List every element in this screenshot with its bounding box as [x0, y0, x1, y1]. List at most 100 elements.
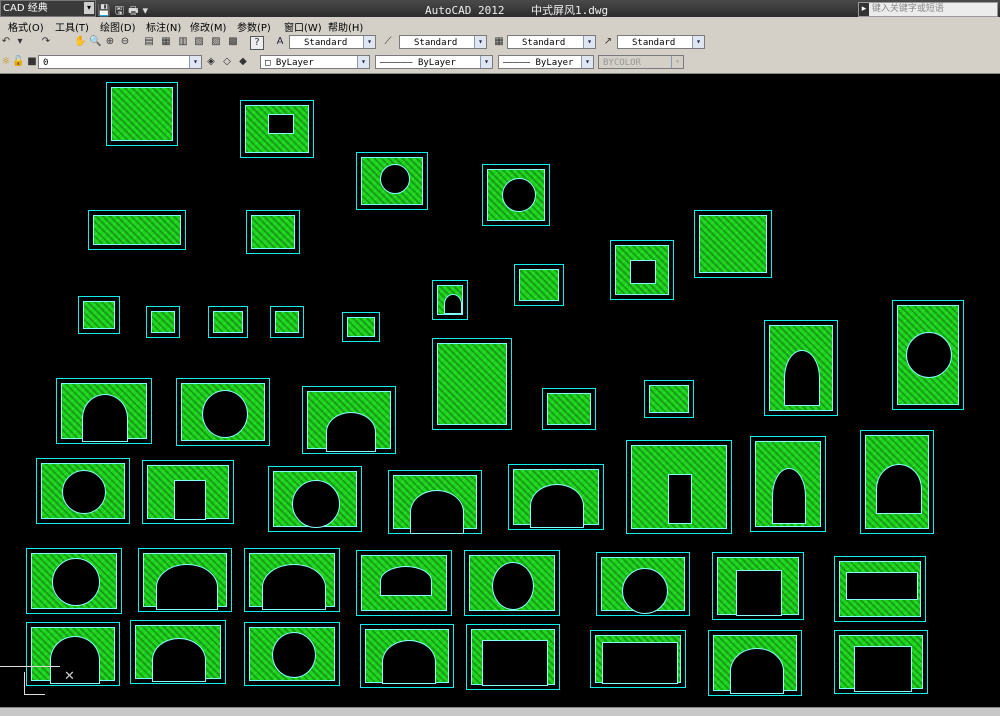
chevron-down-icon[interactable]: ▾ — [583, 36, 595, 48]
screen-drawing — [138, 548, 232, 612]
menu-draw[interactable]: 绘图(D) — [100, 19, 136, 34]
chevron-down-icon[interactable]: ▾ — [692, 36, 704, 48]
mleader-style-value: Standard — [632, 38, 676, 48]
layer-value: 0 — [43, 58, 49, 68]
color-value: □ ByLayer — [265, 58, 314, 68]
chevron-down-icon[interactable]: ▾ — [84, 2, 94, 14]
screen-drawing — [712, 552, 804, 620]
ucs-x-icon: ✕ — [64, 669, 75, 684]
dim-style-select[interactable]: Standard ▾ — [399, 35, 487, 49]
menu-parametric[interactable]: 参数(P) — [237, 19, 271, 34]
zoom-window-icon[interactable]: ⊕ — [104, 36, 116, 48]
screen-drawing — [56, 378, 152, 444]
dim-style-value: Standard — [414, 38, 458, 48]
chevron-down-icon[interactable]: ▾ — [189, 56, 201, 68]
menu-format[interactable]: 格式(O) — [8, 19, 44, 34]
screen-drawing — [834, 556, 926, 622]
linetype-value-text: ByLayer — [417, 58, 456, 68]
dim-style-icon[interactable]: ⟋ — [382, 36, 394, 48]
color-select[interactable]: □ ByLayer ▾ — [260, 55, 370, 69]
ucs-icon — [24, 672, 45, 695]
menu-window[interactable]: 窗口(W) — [284, 19, 322, 34]
screen-drawing — [694, 210, 772, 278]
screen-drawing — [106, 82, 178, 146]
design-center-icon[interactable]: ▦ — [160, 36, 172, 48]
menu-modify[interactable]: 修改(M) — [190, 19, 226, 34]
screen-drawing — [834, 630, 928, 694]
chevron-down-icon[interactable]: ▾ — [357, 56, 369, 68]
chevron-down-icon: ▾ — [671, 56, 683, 68]
layer-select[interactable]: 0 ▾ — [38, 55, 202, 69]
screen-drawing — [464, 550, 560, 616]
layers-toolbar: ☼ 🔓 ■ 0 ▾ ◈ ◇ ◆ □ ByLayer ▾ ―――――― ByLay… — [0, 53, 1000, 74]
sheet-set-icon[interactable]: ▧ — [193, 36, 205, 48]
drawing-canvas[interactable]: ✕ — [0, 74, 1000, 707]
screen-drawing — [508, 464, 604, 530]
layer-properties-icon[interactable]: ◈ — [205, 56, 217, 68]
screen-drawing — [708, 630, 802, 696]
screen-drawing — [860, 430, 934, 534]
mleader-style-icon[interactable]: ↗ — [602, 36, 614, 48]
undo-icon[interactable]: ↶ — [0, 36, 12, 48]
screen-drawing — [244, 622, 340, 686]
undo-dropdown-icon[interactable]: ▾ — [14, 36, 26, 48]
chevron-down-icon[interactable]: ▾ — [480, 56, 492, 68]
linetype-value: ―――――― ByLayer — [380, 58, 456, 68]
menu-dimension[interactable]: 标注(N) — [146, 19, 181, 34]
screen-drawing — [36, 458, 130, 524]
table-style-select[interactable]: Standard ▾ — [507, 35, 596, 49]
screen-drawing — [514, 264, 564, 306]
make-object-layer-current-icon[interactable]: ◇ — [221, 56, 233, 68]
screen-drawing — [542, 388, 596, 430]
screen-drawing — [764, 320, 838, 416]
workspace-dropdown[interactable]: CAD 经典 ▾ — [0, 0, 96, 17]
screen-drawing — [146, 306, 180, 338]
layer-previous-icon[interactable]: ◆ — [237, 56, 249, 68]
chevron-down-icon[interactable]: ▾ — [581, 56, 593, 68]
calculator-icon[interactable]: ▩ — [227, 36, 239, 48]
properties-icon[interactable]: ▤ — [143, 36, 155, 48]
screen-drawing — [270, 306, 304, 338]
table-style-icon[interactable]: ▦ — [493, 36, 505, 48]
screen-drawing — [130, 620, 226, 684]
menu-bar: 格式(O) 工具(T) 绘图(D) 标注(N) 修改(M) 参数(P) 窗口(W… — [0, 17, 1000, 34]
text-style-icon[interactable]: A — [274, 36, 286, 48]
menu-tools[interactable]: 工具(T) — [55, 19, 89, 34]
color-value-text: ByLayer — [275, 58, 314, 68]
plotstyle-value: BYCOLOR — [603, 58, 641, 68]
lock-icon[interactable]: 🔓 — [12, 56, 24, 68]
redo-icon[interactable]: ↷ — [40, 36, 52, 48]
tool-palettes-icon[interactable]: ▥ — [177, 36, 189, 48]
screen-drawing — [142, 460, 234, 524]
screen-drawing — [302, 386, 396, 454]
screen-drawing — [244, 548, 340, 612]
search-input[interactable]: ▸ 键入关键字或短语 — [858, 2, 998, 17]
menu-help[interactable]: 帮助(H) — [328, 19, 363, 34]
screen-drawing — [750, 436, 826, 532]
screen-drawing — [610, 240, 674, 300]
text-style-select[interactable]: Standard ▾ — [289, 35, 376, 49]
markup-icon[interactable]: ▨ — [210, 36, 222, 48]
screen-drawing — [644, 380, 694, 418]
standard-toolbar: ↶ ▾ ↷ ✋ 🔍 ⊕ ⊖ ▤ ▦ ▥ ▧ ▨ ▩ ? A Standard ▾… — [0, 33, 1000, 54]
lineweight-select[interactable]: ――――― ByLayer ▾ — [498, 55, 594, 69]
lightbulb-icon[interactable]: ☼ — [0, 56, 12, 68]
search-expand-icon[interactable]: ▸ — [859, 3, 869, 16]
title-bar: CAD 经典 ▾ 💾🖫🖶▾ AutoCAD 2012 中式屏风1.dwg ▸ 键… — [0, 0, 1000, 17]
layer-color-icon[interactable]: ■ — [26, 56, 38, 68]
screen-drawing — [892, 300, 964, 410]
screen-drawing — [88, 210, 186, 250]
screen-drawing — [360, 624, 454, 688]
zoom-realtime-icon[interactable]: 🔍 — [89, 36, 101, 48]
zoom-previous-icon[interactable]: ⊖ — [119, 36, 131, 48]
screen-drawing — [432, 338, 512, 430]
chevron-down-icon[interactable]: ▾ — [363, 36, 375, 48]
mleader-style-select[interactable]: Standard ▾ — [617, 35, 705, 49]
screen-drawing — [356, 152, 428, 210]
chevron-down-icon[interactable]: ▾ — [474, 36, 486, 48]
screen-drawing — [208, 306, 248, 338]
linetype-select[interactable]: ―――――― ByLayer ▾ — [375, 55, 493, 69]
help-icon[interactable]: ? — [250, 36, 264, 50]
pan-icon[interactable]: ✋ — [74, 36, 86, 48]
text-style-value: Standard — [304, 38, 348, 48]
